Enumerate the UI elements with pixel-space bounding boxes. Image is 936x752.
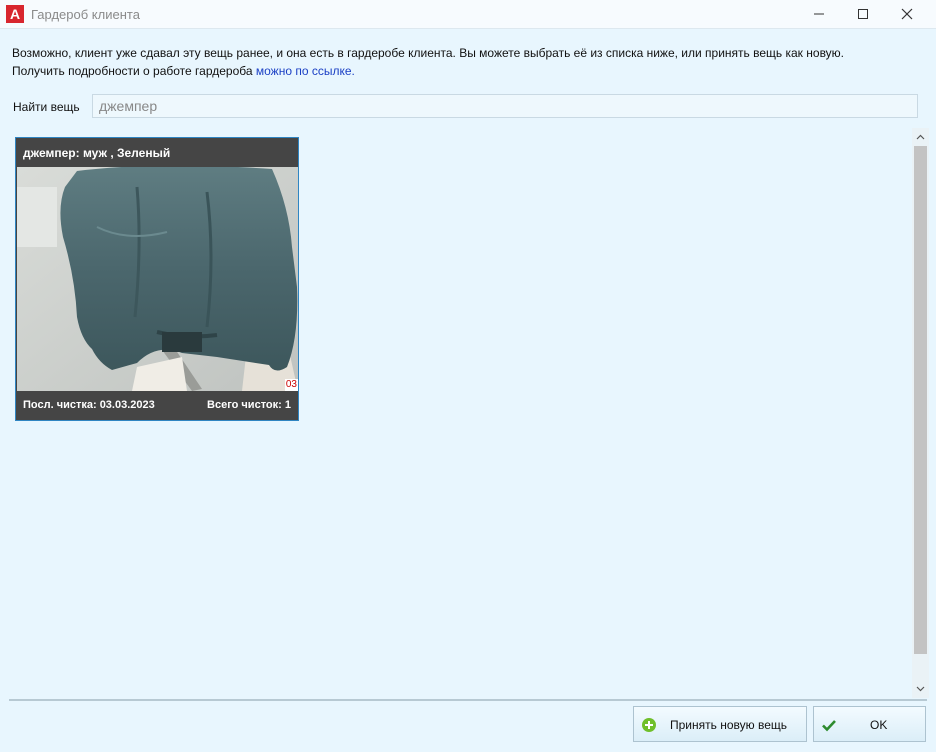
minimize-button[interactable] — [796, 0, 842, 28]
info-text-details: Получить подробности о работе гардероба … — [12, 64, 355, 78]
wardrobe-item-card[interactable]: джемпер: муж , Зеленый 03 Посл. чистка: … — [15, 137, 299, 421]
scroll-down-icon[interactable] — [915, 683, 926, 694]
accept-new-item-label: Принять новую вещь — [670, 718, 787, 732]
ok-label: OK — [870, 718, 888, 732]
item-title: джемпер: муж , Зеленый — [23, 146, 171, 160]
accept-new-item-button[interactable]: Принять новую вещь — [633, 706, 807, 742]
maximize-icon — [858, 9, 868, 19]
vertical-scrollbar[interactable] — [912, 128, 929, 698]
minimize-icon — [814, 13, 824, 15]
info-prefix: Получить подробности о работе гардероба — [12, 64, 256, 78]
scroll-thumb[interactable] — [914, 146, 927, 654]
scroll-up-icon[interactable] — [915, 132, 926, 143]
item-photo: 03 — [17, 167, 298, 391]
ok-button[interactable]: OK — [813, 706, 926, 742]
plus-circle-icon — [642, 718, 656, 732]
close-icon — [901, 8, 913, 20]
maximize-button[interactable] — [840, 0, 886, 28]
search-label: Найти вещь — [13, 100, 80, 114]
close-button[interactable] — [884, 0, 930, 28]
app-logo-icon: A — [6, 5, 24, 23]
last-cleaning-date: Посл. чистка: 03.03.2023 — [23, 399, 155, 411]
details-link[interactable]: можно по ссылке. — [256, 64, 355, 78]
search-input[interactable] — [92, 94, 918, 118]
footer-divider — [9, 699, 927, 701]
checkmark-icon — [822, 720, 836, 732]
total-cleanings: Всего чисток: 1 — [207, 399, 291, 411]
title-bar: A Гардероб клиента — [0, 0, 936, 29]
photo-tag: 03 — [284, 379, 298, 391]
info-text: Возможно, клиент уже сдавал эту вещь ран… — [12, 46, 845, 60]
window-title: Гардероб клиента — [31, 7, 140, 22]
